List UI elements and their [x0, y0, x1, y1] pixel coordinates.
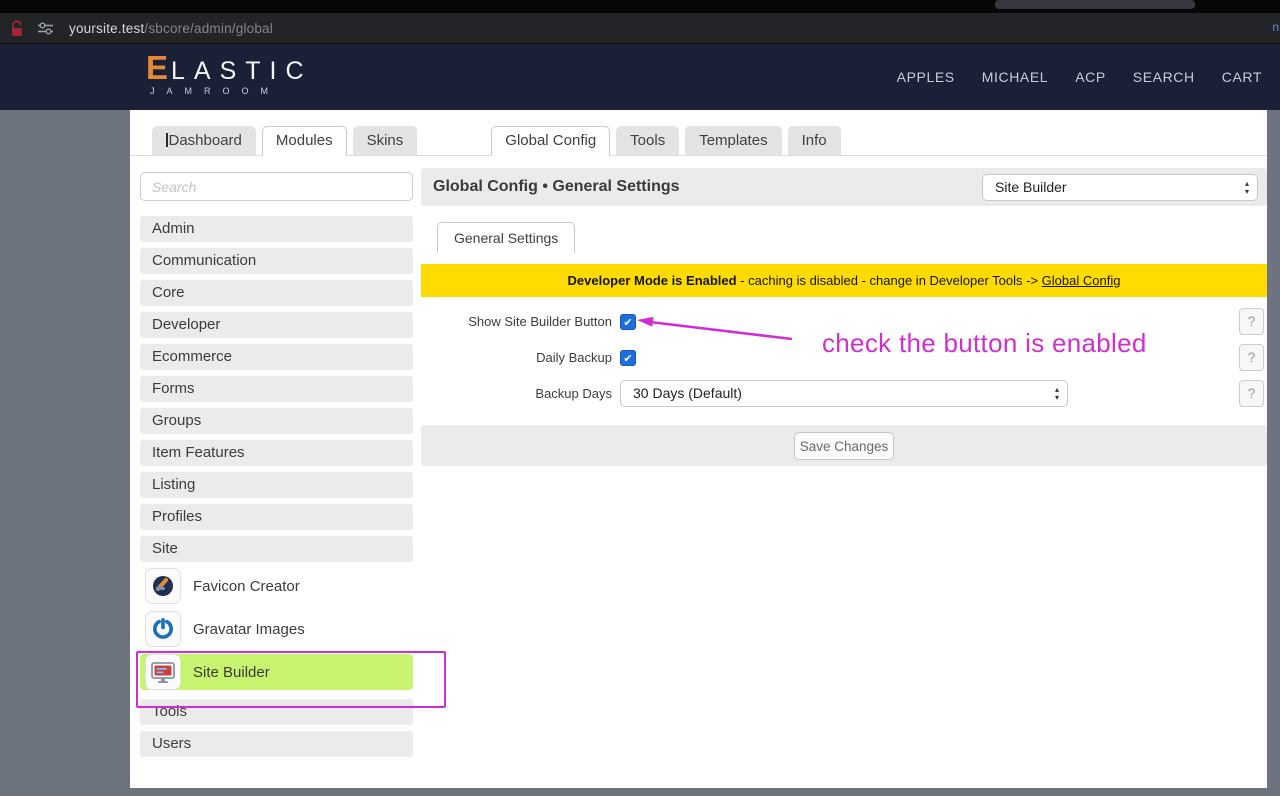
developer-mode-banner: Developer Mode is Enabled - caching is d…	[421, 264, 1267, 297]
module-tabstrip: Dashboard Modules Skins Global Config To…	[130, 110, 1267, 156]
nav-search[interactable]: SEARCH	[1133, 69, 1195, 85]
tab-global-config-label: Global Config	[505, 132, 597, 149]
content-panel: Dashboard Modules Skins Global Config To…	[130, 110, 1267, 788]
sidebar-item-site-builder[interactable]: Site Builder	[140, 654, 413, 690]
logo-letter-e: E	[146, 49, 169, 86]
tab-dashboard-label: Dashboard	[168, 132, 242, 149]
url-host: yoursite.test	[69, 20, 145, 36]
tab-dashboard[interactable]: Dashboard	[152, 126, 256, 155]
field-label-daily-backup: Daily Backup	[536, 350, 612, 365]
page-title: Global Config • General Settings	[433, 178, 680, 195]
check-icon: ✔	[623, 351, 633, 365]
tab-info[interactable]: Info	[787, 126, 841, 155]
daily-backup-checkbox[interactable]: ✔	[620, 350, 636, 366]
backup-days-value: 30 Days (Default)	[633, 385, 742, 401]
sidebar-sections: Admin Communication Core Developer Ecomm…	[140, 216, 413, 562]
tab-skins[interactable]: Skins	[352, 126, 418, 155]
help-button-show-site-builder[interactable]: ?	[1239, 308, 1264, 335]
logo-subtitle: JAMROOM	[150, 86, 280, 96]
sidebar: Admin Communication Core Developer Ecomm…	[140, 172, 413, 763]
tab-info-label: Info	[801, 132, 827, 149]
sidebar-item-communication[interactable]: Communication	[140, 248, 413, 274]
sidebar-item-developer[interactable]: Developer	[140, 312, 413, 338]
sidebar-item-tools[interactable]: Tools	[140, 699, 413, 725]
sidebar-item-listing[interactable]: Listing	[140, 472, 413, 498]
address-bar[interactable]: yoursite.test/sbcore/admin/global	[69, 21, 273, 36]
check-icon: ✔	[623, 315, 633, 329]
nav-acp[interactable]: ACP	[1075, 69, 1106, 85]
address-bar-container: yoursite.test/sbcore/admin/global n	[0, 13, 1280, 44]
help-button-daily-backup[interactable]: ?	[1239, 344, 1264, 371]
module-label: Favicon Creator	[193, 577, 300, 595]
show-site-builder-checkbox[interactable]: ✔	[620, 314, 636, 330]
module-label: Site Builder	[193, 663, 270, 681]
sidebar-item-favicon-creator[interactable]: Favicon Creator	[140, 568, 413, 604]
gravatar-icon	[145, 611, 181, 647]
select-arrows-icon: ▴ ▾	[1244, 179, 1249, 196]
module-select-value: Site Builder	[995, 179, 1067, 195]
tab-modules-label: Modules	[275, 132, 333, 149]
save-changes-button[interactable]: Save Changes	[794, 432, 894, 460]
site-settings-icon[interactable]	[37, 22, 54, 35]
lock-icon[interactable]	[10, 19, 24, 37]
sidebar-item-profiles[interactable]: Profiles	[140, 504, 413, 530]
module-label: Gravatar Images	[193, 620, 305, 638]
sidebar-item-forms[interactable]: Forms	[140, 376, 413, 402]
tab-templates-label: Templates	[699, 132, 768, 149]
field-label-backup-days: Backup Days	[535, 386, 612, 401]
url-path: /sbcore/admin/global	[144, 20, 273, 36]
nav-apples[interactable]: APPLES	[897, 69, 955, 85]
tab-general-settings[interactable]: General Settings	[437, 222, 576, 253]
favicon-creator-icon	[145, 568, 181, 604]
global-config-link[interactable]: Global Config	[1042, 273, 1121, 288]
sidebar-item-users[interactable]: Users	[140, 731, 413, 757]
tab-skins-label: Skins	[366, 132, 404, 149]
logo-main: E LASTIC	[146, 49, 313, 86]
sidebar-item-ecommerce[interactable]: Ecommerce	[140, 344, 413, 370]
primary-nav: APPLES MICHAEL ACP SEARCH CART	[870, 44, 1262, 110]
banner-middle-text: - caching is disabled - change in Develo…	[736, 273, 1042, 288]
tab-tools[interactable]: Tools	[616, 126, 680, 155]
field-label-show-site-builder-button: Show Site Builder Button	[468, 314, 612, 329]
browser-top-strip	[0, 0, 1280, 13]
select-arrows-icon: ▴ ▾	[1054, 385, 1059, 402]
sidebar-item-item-features[interactable]: Item Features	[140, 440, 413, 466]
tab-global-config[interactable]: Global Config	[491, 126, 611, 156]
sidebar-item-admin[interactable]: Admin	[140, 216, 413, 242]
sidebar-search-input[interactable]	[140, 172, 413, 201]
site-builder-icon	[145, 654, 181, 690]
sidebar-item-site[interactable]: Site	[140, 536, 413, 562]
nav-cart[interactable]: CART	[1222, 69, 1262, 85]
tab-templates[interactable]: Templates	[685, 126, 782, 155]
browser-tab[interactable]	[995, 0, 1195, 9]
notification-hint: n	[1272, 20, 1279, 34]
site-logo[interactable]: E LASTIC JAMROOM	[146, 49, 313, 96]
nav-michael[interactable]: MICHAEL	[982, 69, 1048, 85]
form-footer: Save Changes	[421, 425, 1267, 466]
sidebar-item-gravatar-images[interactable]: Gravatar Images	[140, 611, 413, 647]
settings-header: Global Config • General Settings Site Bu…	[421, 168, 1267, 206]
banner-bold-text: Developer Mode is Enabled	[567, 273, 737, 288]
sidebar-site-modules: Favicon Creator Gravatar Images Site Bui…	[140, 568, 413, 690]
logo-rest: LASTIC	[171, 57, 313, 85]
tab-general-settings-label: General Settings	[454, 230, 559, 246]
module-select[interactable]: Site Builder ▴ ▾	[982, 174, 1258, 201]
help-button-backup-days[interactable]: ?	[1239, 380, 1264, 407]
sidebar-item-core[interactable]: Core	[140, 280, 413, 306]
text-caret	[166, 133, 168, 147]
sidebar-item-groups[interactable]: Groups	[140, 408, 413, 434]
site-header: E LASTIC JAMROOM APPLES MICHAEL ACP SEAR…	[0, 44, 1280, 110]
sidebar-sections-after: Tools Users	[140, 699, 413, 757]
tab-modules[interactable]: Modules	[261, 126, 347, 156]
tab-tools-label: Tools	[630, 132, 666, 149]
backup-days-select[interactable]: 30 Days (Default) ▴ ▾	[620, 380, 1068, 407]
